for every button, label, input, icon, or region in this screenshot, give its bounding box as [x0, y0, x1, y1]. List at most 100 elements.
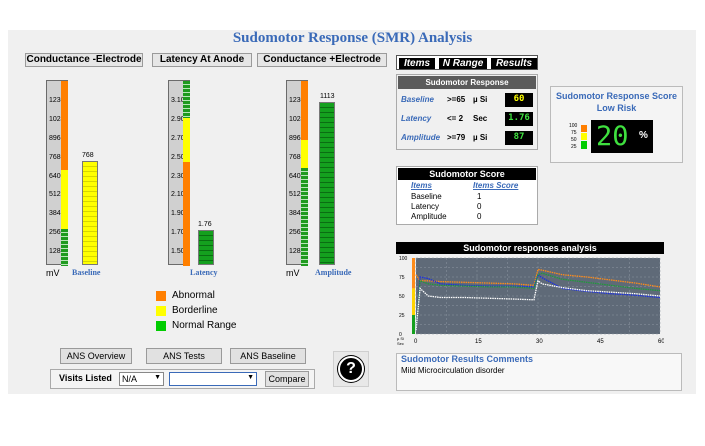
latency-value-bar — [198, 230, 214, 265]
visits-select-value: N/A — [122, 374, 138, 384]
amplitude-tick-label: 640 — [289, 172, 301, 180]
score-display: 20 % — [591, 120, 653, 153]
x-axis-unit: Sec — [397, 341, 404, 346]
compare-button[interactable]: Compare — [265, 371, 309, 387]
range-stripe-orange — [412, 258, 415, 289]
sr-value-latency: 1.76 — [505, 112, 533, 126]
sudomotor-response-panel: Sudomotor Response Baseline >=65 µ Si 60 Lat… — [396, 74, 538, 150]
ss-item-amplitude: Amplitude — [411, 212, 447, 221]
latency-caption: Latency — [190, 268, 218, 277]
mini-tick-100: 100 — [569, 123, 578, 129]
chevron-down-icon: ▼ — [154, 374, 161, 381]
x-tick-label: 45 — [597, 339, 604, 345]
help-icon-glyph: ? — [346, 360, 356, 377]
amplitude-scale-box: 1230 1024 896 768 640 512 384 256 128 — [286, 80, 308, 266]
x-tick-label: 15 — [475, 339, 482, 345]
sr-unit: Sec — [473, 114, 488, 123]
visits-select[interactable]: N/A ▼ — [119, 372, 164, 386]
mini-orange — [581, 125, 587, 132]
y-tick-label: 25 — [399, 313, 405, 319]
ss-score-baseline: 1 — [477, 192, 482, 201]
ans-overview-button[interactable]: ANS Overview — [60, 348, 132, 364]
latency-scale-box: 3.10 2.90 2.70 2.50 2.30 2.10 1.90 1.70 1.50 — [168, 80, 190, 266]
baseline-tick-label: 256 — [49, 229, 61, 237]
score-title: Sudomotor Response Score — [555, 91, 678, 101]
latency-value-label: 1.76 — [198, 221, 212, 229]
mini-tick-75: 75 — [571, 130, 577, 136]
comments-title: Sudomotor Results Comments — [401, 354, 534, 364]
column-header-conductance-minus: Conductance -Electrode — [25, 53, 143, 67]
ss-score-latency: 0 — [477, 202, 482, 211]
ans-baseline-button[interactable]: ANS Baseline — [230, 348, 306, 364]
x-tick-label: 60 — [658, 339, 664, 345]
latency-range-stripe — [183, 118, 190, 163]
compare-visit-select[interactable]: ▼ — [169, 372, 257, 386]
score-col-items-score: Items Score — [473, 181, 519, 190]
baseline-tick-label: 512 — [49, 191, 61, 199]
sr-item-baseline: Baseline — [401, 95, 434, 104]
results-tab-bar: Items N Range Results — [396, 55, 538, 70]
latency-range-stripe — [183, 81, 190, 118]
y-tick-label: 75 — [399, 275, 405, 281]
sr-value-amplitude: 87 — [505, 131, 533, 145]
score-col-items: Items — [411, 181, 432, 190]
chevron-down-icon: ▼ — [247, 374, 254, 381]
column-header-latency: Latency At Anode — [152, 53, 252, 67]
baseline-caption: Baseline — [72, 268, 101, 277]
mini-tick-50: 50 — [571, 137, 577, 143]
baseline-tick-label: 384 — [49, 210, 61, 218]
legend-borderline-label: Borderline — [172, 305, 218, 316]
legend-abnormal-label: Abnormal — [172, 290, 215, 301]
visits-bar: Visits Listed N/A ▼ ▼ Compare — [50, 369, 315, 389]
help-button[interactable]: ? — [333, 351, 369, 387]
baseline-tick-label: 768 — [49, 153, 61, 161]
amplitude-range-stripe — [301, 167, 308, 266]
sr-item-amplitude: Amplitude — [401, 133, 441, 142]
score-box: Sudomotor Response Score Low Risk 100 75… — [550, 86, 683, 163]
baseline-scale-box: 1230 1024 896 768 640 512 384 256 128 — [46, 80, 68, 266]
amplitude-tick-label: 384 — [289, 210, 301, 218]
sr-item-latency: Latency — [401, 114, 432, 123]
sr-range: >=79 — [447, 133, 466, 142]
legend-normal-label: Normal Range — [172, 320, 237, 331]
visits-listed-label: Visits Listed — [59, 373, 112, 383]
baseline-range-stripe — [61, 169, 68, 229]
mini-yellow — [581, 133, 587, 140]
sudomotor-score-panel: Sudomotor Score Items Items Score Baseli… — [396, 166, 538, 225]
amplitude-value-bar — [319, 102, 335, 265]
amplitude-tick-label: 896 — [289, 134, 301, 142]
column-header-conductance-plus: Conductance +Electrode — [257, 53, 387, 67]
sudomotor-response-header: Sudomotor Response — [398, 76, 536, 89]
score-unit: % — [639, 130, 648, 141]
normal-swatch — [156, 321, 166, 331]
mini-tick-25: 25 — [571, 144, 577, 150]
ans-tests-button[interactable]: ANS Tests — [146, 348, 222, 364]
amplitude-tick-label: 512 — [289, 191, 301, 199]
sr-value-baseline: 60 — [505, 93, 533, 107]
help-icon: ? — [338, 356, 364, 382]
tab-n-range[interactable]: N Range — [439, 58, 487, 69]
baseline-tick-label: 128 — [49, 248, 61, 255]
baseline-range-stripe — [61, 81, 68, 170]
ss-item-latency: Latency — [411, 202, 440, 211]
baseline-tick-label: 896 — [49, 134, 61, 142]
amplitude-tick-label: 128 — [289, 248, 301, 255]
y-tick-label: 100 — [399, 256, 408, 262]
range-stripe-yellow — [412, 288, 415, 315]
score-subtitle: Low Risk — [596, 103, 637, 113]
amplitude-range-stripe — [301, 81, 308, 141]
sr-range: >=65 — [447, 95, 466, 104]
baseline-range-stripe — [61, 229, 68, 266]
tab-results[interactable]: Results — [491, 58, 537, 69]
sr-unit: µ Si — [473, 95, 488, 104]
tab-items[interactable]: Items — [399, 58, 435, 69]
comments-text: Mild Microcirculation disorder — [401, 366, 505, 375]
y-tick-label: 50 — [399, 294, 405, 300]
x-tick-label: 30 — [536, 339, 543, 345]
comments-panel: Sudomotor Results Comments Mild Microcir… — [396, 353, 682, 391]
latency-range-stripe — [183, 162, 190, 266]
amplitude-unit: mV — [286, 268, 300, 278]
page-title: Sudomotor Response (SMR) Analysis — [232, 30, 473, 46]
mini-green — [581, 141, 587, 149]
amplitude-value-label: 1113 — [320, 93, 335, 101]
